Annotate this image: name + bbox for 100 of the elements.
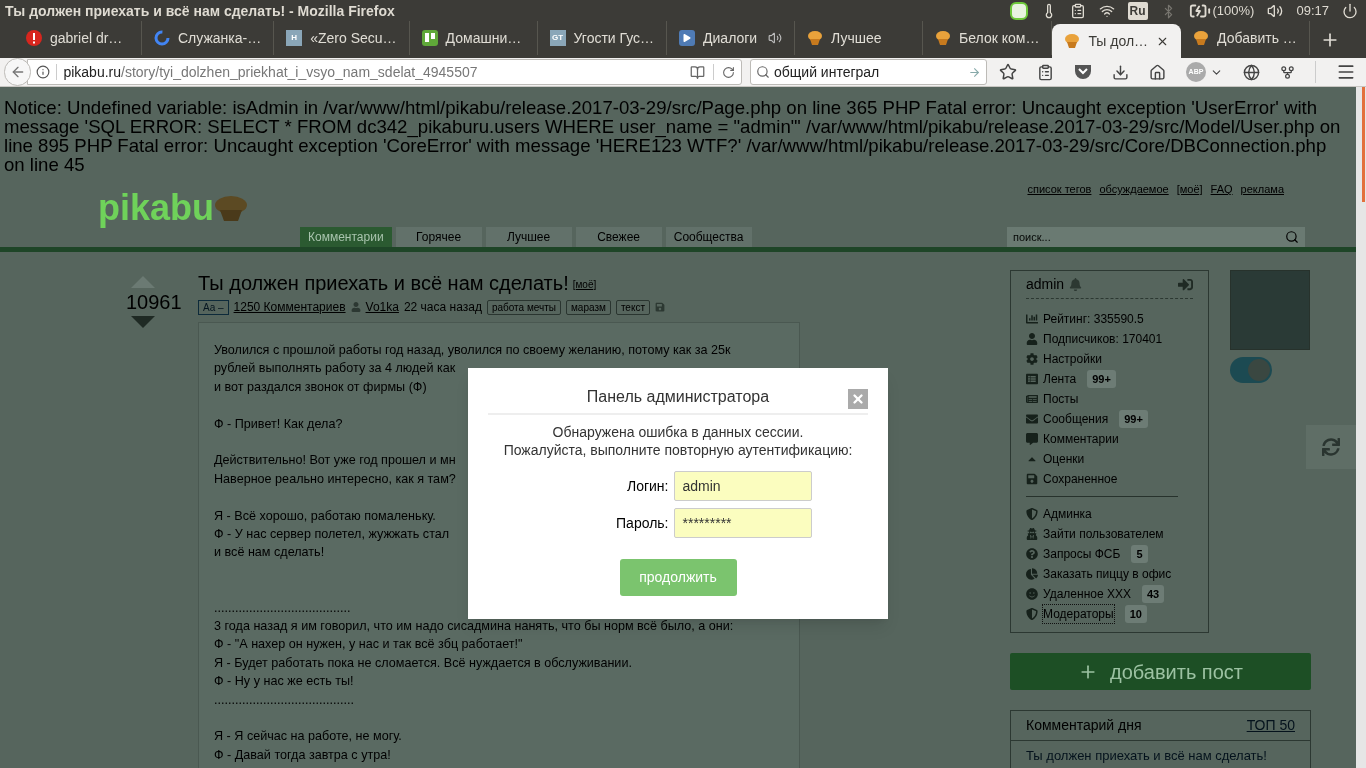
downvote-arrow-icon[interactable] — [131, 316, 155, 328]
tag-chip[interactable]: текст — [615, 299, 650, 315]
browser-tab[interactable]: Служанка-… — [142, 21, 275, 55]
muffin-icon — [807, 30, 824, 46]
muffin-icon — [214, 195, 248, 221]
menu-link[interactable]: Удаленное XXX — [1043, 585, 1131, 603]
tag-chip[interactable]: маразм — [566, 299, 611, 315]
post-rating: 10961 — [126, 290, 182, 314]
site-search-field[interactable]: поиск... — [1007, 227, 1305, 247]
menu-link[interactable]: Заказать пиццу в офис — [1043, 565, 1172, 583]
browser-tab[interactable]: Ты дол… — [1052, 24, 1182, 58]
power-icon[interactable] — [1342, 3, 1358, 19]
search-field[interactable]: общий интеграл — [750, 59, 987, 85]
browser-tab[interactable]: Диалоги — [667, 21, 796, 55]
home-icon[interactable] — [1149, 63, 1166, 81]
count-badge: 99+ — [1119, 410, 1148, 428]
user-icon — [1026, 333, 1038, 345]
speaker-icon[interactable] — [768, 31, 783, 45]
menu-link[interactable]: Зайти пользователем — [1043, 525, 1164, 543]
pocket-icon[interactable] — [1074, 64, 1092, 80]
menu-link[interactable]: Рейтинг: 335590.5 — [1043, 310, 1144, 328]
post-text-line: Я - Будет работать пока не сломается. Всё нуждается в обслуживании. — [214, 654, 632, 672]
browser-tab[interactable]: GT Угости Гус… — [537, 21, 668, 55]
settings-icon — [1026, 353, 1038, 365]
nav-tab[interactable]: Свежее — [575, 227, 662, 247]
volume-icon[interactable] — [1267, 3, 1284, 19]
post-text-line: и вот раздался звонок от фирмы (Ф) — [214, 378, 427, 396]
browser-tab[interactable]: Добавить … — [1181, 21, 1310, 55]
nav-tab[interactable]: Сообщества — [665, 227, 752, 247]
toggle-switch[interactable] — [1230, 357, 1272, 383]
menu-link[interactable]: Запросы ФСБ — [1043, 545, 1121, 563]
menu-icon[interactable] — [1336, 62, 1356, 82]
tag-chip[interactable]: работа мечты — [486, 299, 561, 315]
menu-link[interactable]: Посты — [1043, 390, 1079, 408]
header-link[interactable]: обсуждаемое — [1099, 181, 1169, 198]
fork-icon[interactable] — [1280, 64, 1295, 80]
close-icon — [851, 392, 865, 406]
comments-link[interactable]: 1250 Комментариев — [233, 298, 346, 316]
keyboard-layout-indicator[interactable]: Ru — [1127, 2, 1148, 20]
count-badge: 10 — [1124, 605, 1147, 623]
post-text-line: Действительно! Вот уже год прошел и мн — [214, 452, 456, 470]
post-title[interactable]: Ты должен приехать и всё нам сделать! — [198, 270, 569, 296]
tab-title: Угости Гус… — [573, 28, 655, 48]
post-text-line: ....................................... — [214, 599, 351, 617]
globe-icon[interactable] — [1243, 63, 1260, 81]
shield-icon — [1026, 608, 1038, 620]
menu-link[interactable]: Оценки — [1043, 450, 1085, 468]
nav-tab[interactable]: Лучшее — [485, 227, 572, 247]
clock[interactable]: 09:17 — [1296, 1, 1329, 21]
menu-link[interactable]: Модераторы — [1043, 605, 1114, 623]
post-text-line: Уволился с прошлой работы год назад, уволился по своему желанию, потому как за 25к — [214, 342, 731, 359]
bar-chart-icon — [1026, 313, 1038, 325]
menu-link[interactable]: Лента — [1043, 370, 1077, 388]
font-size-button[interactable]: Aa – — [198, 299, 229, 315]
battery-percentage: (100%) — [1212, 2, 1255, 21]
menu-link[interactable]: Сохраненное — [1043, 470, 1118, 488]
clipboard-list-icon[interactable] — [1037, 63, 1054, 81]
tag-link[interactable]: [моё] — [572, 277, 597, 292]
browser-tab[interactable]: gabriel dr… — [14, 21, 142, 55]
menu-link[interactable]: Подписчиков: 170401 — [1043, 330, 1163, 348]
add-post-button[interactable]: добавить пост — [1010, 653, 1311, 690]
window-title: Ты должен приехать и всё нам сделать! - Mozilla Firefox — [5, 1, 395, 21]
header-link[interactable]: список тегов — [1027, 181, 1092, 198]
header-link[interactable]: FAQ — [1210, 181, 1233, 198]
reader-view-icon[interactable] — [690, 64, 705, 80]
scrollbar-thumb[interactable] — [1362, 87, 1365, 202]
nav-tab[interactable]: Комментарии — [300, 227, 392, 247]
speech-bubble-icon — [1026, 433, 1038, 445]
reload-icon[interactable] — [722, 65, 735, 79]
browser-tab[interactable]: H «Zero Secu… — [274, 21, 410, 55]
refresh-button[interactable] — [1306, 425, 1356, 469]
menu-link[interactable]: Комментарии — [1043, 430, 1119, 448]
bookmark-star-icon[interactable] — [999, 63, 1017, 81]
wifi-icon[interactable] — [1098, 3, 1115, 19]
top-link[interactable]: ТОП 50 — [1246, 715, 1295, 736]
address-bar[interactable]: pikabu.ru/story/tyi_dolzhen_priekhat_i_vsyo_nam_sdelat_4945507 — [27, 59, 742, 85]
search-icon[interactable] — [1285, 230, 1299, 244]
download-icon[interactable] — [1112, 63, 1129, 81]
username[interactable]: admin — [1026, 274, 1065, 295]
info-icon[interactable] — [36, 65, 51, 79]
tab-title: gabriel dr… — [50, 28, 123, 48]
site-logo[interactable]: pikabu — [98, 190, 248, 226]
continue-button[interactable]: продолжить — [619, 559, 737, 596]
menu-link[interactable]: Админка — [1043, 505, 1092, 523]
logout-icon[interactable] — [1178, 277, 1193, 292]
nav-tab[interactable]: Горячее — [395, 227, 482, 247]
shield-icon — [1026, 508, 1038, 520]
post-time: 22 часа назад — [403, 299, 482, 316]
clipboard-icon[interactable] — [1069, 3, 1086, 19]
comment-link[interactable]: Ты должен приехать и всё нам сделать! — [1011, 741, 1310, 766]
browser-tab[interactable]: Лучшее — [795, 21, 924, 55]
menu-link[interactable]: Настройки — [1043, 350, 1102, 368]
input-field[interactable]: admin — [673, 471, 812, 501]
question-icon — [1026, 548, 1038, 560]
menu-link[interactable]: Сообщения — [1043, 410, 1109, 428]
header-link[interactable]: реклама — [1240, 181, 1284, 198]
input-field[interactable]: ********* — [673, 508, 812, 538]
author-link[interactable]: Vo1ka — [365, 298, 399, 316]
header-link[interactable]: [моё] — [1176, 181, 1203, 198]
browser-tab[interactable]: Домашни… — [409, 21, 538, 55]
